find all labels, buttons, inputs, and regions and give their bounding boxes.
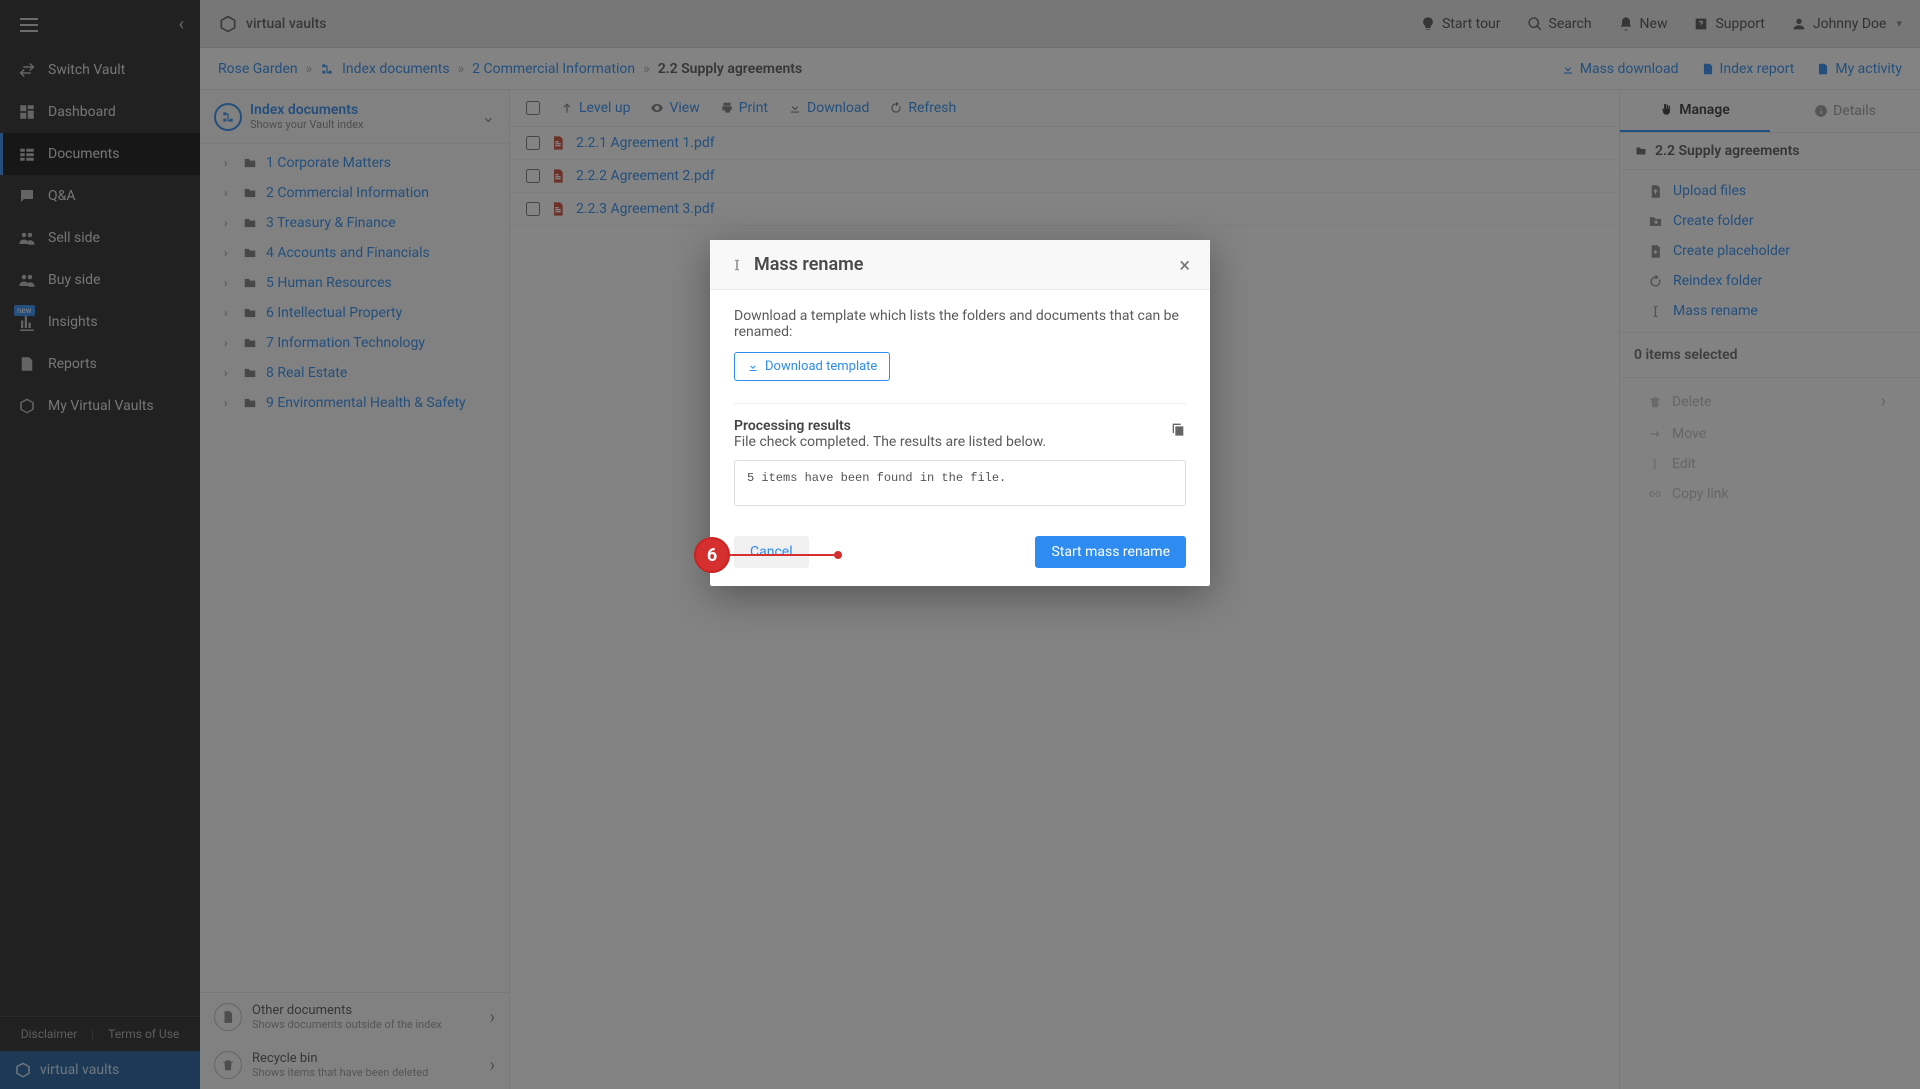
processing-results-sub: File check completed. The results are li… [734, 434, 1170, 450]
modal-backdrop: Mass rename × Download a template which … [0, 0, 1920, 1089]
start-mass-rename-button[interactable]: Start mass rename [1035, 536, 1186, 568]
download-icon [747, 361, 759, 373]
modal-title: Mass rename [754, 254, 863, 275]
copy-icon[interactable] [1170, 421, 1186, 437]
mass-rename-modal: Mass rename × Download a template which … [710, 240, 1210, 586]
cancel-button[interactable]: Cancel [734, 536, 809, 568]
download-template-button[interactable]: Download template [734, 352, 890, 381]
processing-results-head: Processing results [734, 418, 1170, 434]
text-cursor-icon [730, 258, 744, 272]
close-icon[interactable]: × [1179, 255, 1190, 275]
modal-intro: Download a template which lists the fold… [734, 308, 1186, 340]
results-box: 5 items have been found in the file. [734, 460, 1186, 506]
